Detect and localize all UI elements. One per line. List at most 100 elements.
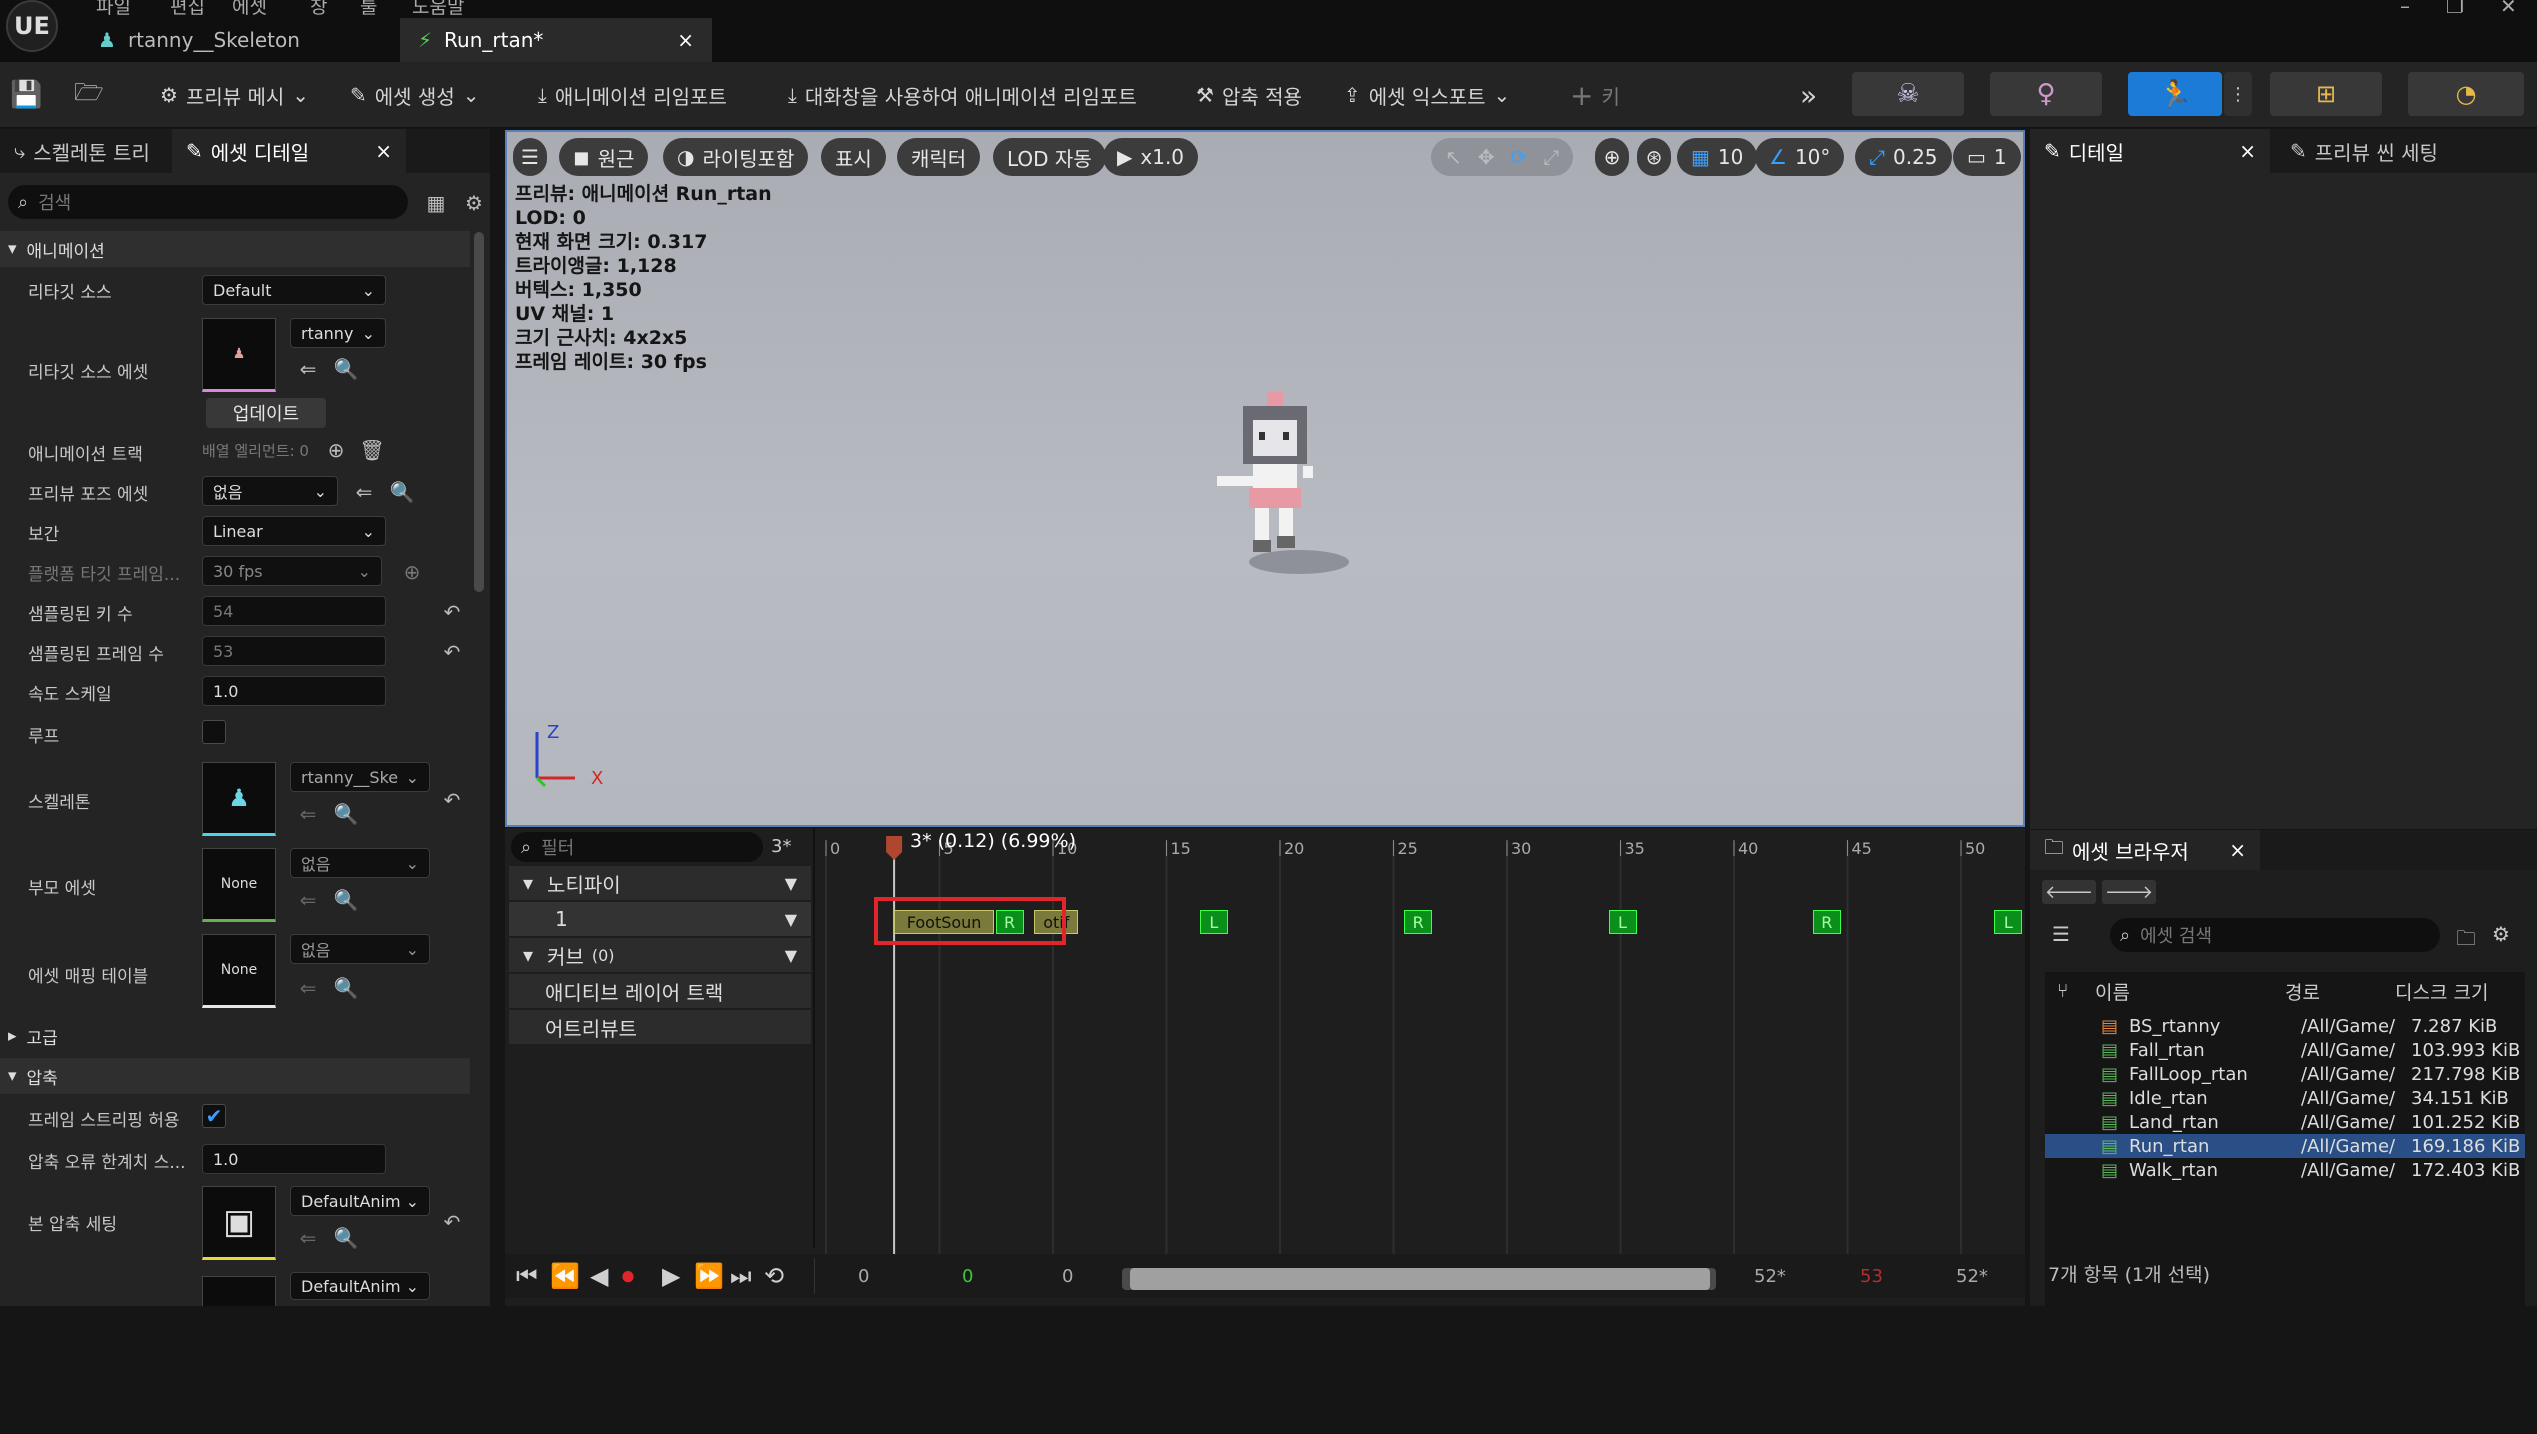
overflow-icon[interactable]: » [1800,74,1817,116]
tab-preview-scene[interactable]: ✎ 프리뷰 씬 세팅 [2276,129,2452,173]
add-element-icon[interactable]: ⊕ [324,438,348,462]
reset-icon[interactable]: ↶ [440,1210,464,1234]
curve-compression-dropdown[interactable]: DefaultAnim ⌄ [290,1272,430,1300]
lod-button[interactable]: LOD 자동 [993,138,1106,176]
asset-mapping-thumbnail[interactable]: None [202,934,276,1008]
reimport-button[interactable]: ⤓ 애니메이션 리임포트 [538,74,727,116]
track-notify-1[interactable]: 1 ▼ [509,902,811,936]
reset-icon[interactable]: ↶ [440,788,464,812]
menu-file[interactable]: 파일 [96,0,131,19]
character-model[interactable] [1187,372,1387,582]
track-notifies[interactable]: ▾ 노티파이 ▼ [509,866,811,900]
skip-to-start-icon[interactable]: ⏮ [516,1262,538,1290]
browse-asset-icon[interactable]: 🔍 [390,480,415,504]
playhead-handle[interactable] [886,836,903,860]
close-panel-icon[interactable]: × [2239,139,2256,163]
view-end-frame[interactable]: 52* [1956,1266,1988,1287]
tab-skeleton[interactable]: ♟ rtanny__Skeleton [80,18,390,62]
select-icon[interactable]: ↖ [1445,145,1462,169]
timeline-scroll-thumb[interactable] [1130,1268,1710,1290]
asset-row[interactable]: ▤ Walk_rtan/All/Game/172.403 KiB [2045,1158,2525,1182]
curve-compression-thumbnail[interactable] [202,1276,276,1306]
play-icon[interactable]: ▶ [662,1262,680,1290]
frame-stripping-checkbox[interactable]: ✔ [202,1104,226,1128]
menu-tools[interactable]: 툴 [360,0,377,19]
track-additive[interactable]: 애디티브 레이어 트랙 [509,974,811,1008]
folder-search-icon[interactable]: 🗀 [2456,924,2476,958]
browse-asset-icon[interactable]: 🔍 [334,1226,359,1250]
reimport-dialog-button[interactable]: ⤓ 대화창을 사용하여 애니메이션 리임포트 [788,74,1137,116]
timeline-ruler[interactable]: 0 5 10 15 20 25 30 35 40 45 50 [814,828,2024,1258]
asset-row[interactable]: ▤ Run_rtan/All/Game/169.186 KiB [2045,1134,2525,1158]
tab-skeleton-tree[interactable]: ⤷ 스켈레톤 트리 [0,129,164,173]
camera-speed-button[interactable]: ▭ 1 [1953,138,2021,176]
notify-marker[interactable]: L [1199,910,1228,934]
skeleton-mode-button[interactable]: ☠ [1852,72,1964,116]
skeleton-thumbnail[interactable]: ♟ [202,762,276,836]
loop-icon[interactable]: ⟲ [764,1262,784,1290]
export-asset-button[interactable]: ⇪ 에셋 익스포트 ⌄ [1344,74,1510,116]
interpolation-dropdown[interactable]: Linear ⌄ [202,516,386,546]
viewport-menu-icon[interactable]: ☰ [513,138,547,176]
close-tab-icon[interactable]: × [677,28,694,52]
parent-asset-dropdown[interactable]: 없음 ⌄ [290,848,430,878]
browse-icon[interactable]: 🗁 [74,74,104,116]
details-search-field[interactable]: ⌕ 검색 [8,185,408,219]
notify-marker[interactable]: R [1404,910,1433,934]
close-panel-icon[interactable]: × [375,139,392,163]
bone-compression-thumbnail[interactable]: ▣ [202,1186,276,1260]
scale-snap-button[interactable]: ⤢ 0.25 [1855,138,1952,176]
close-window-icon[interactable]: ✕ [2500,0,2517,18]
asset-row[interactable]: ▤ Idle_rtan/All/Game/34.151 KiB [2045,1086,2525,1110]
column-disk-size[interactable]: 디스크 크기 [2395,978,2488,1005]
settings-gear-icon[interactable]: ⚙ [2492,922,2510,946]
perspective-button[interactable]: ◼ 원근 [559,138,649,176]
timeline-filter-field[interactable]: ⌕ 필터 [511,832,763,862]
use-selected-icon[interactable]: ⇐ [296,976,320,1000]
skip-to-end-icon[interactable]: ⏭ [730,1262,752,1290]
menu-help[interactable]: 도움말 [412,0,464,19]
asset-search-field[interactable]: ⌕ 에셋 검색 [2110,918,2440,952]
rotate-icon[interactable]: ⟳ [1511,145,1528,169]
add-key-button[interactable]: + 키 [1570,74,1620,116]
notify-marker[interactable]: R [1812,910,1841,934]
notify-marker[interactable]: L [1994,910,2023,934]
browse-asset-icon[interactable]: 🔍 [334,357,359,381]
menu-edit[interactable]: 편집 [170,0,205,19]
minimize-icon[interactable]: – [2400,0,2410,18]
tab-details[interactable]: ✎ 디테일 × [2030,129,2270,173]
update-button[interactable]: 업데이트 [206,398,326,428]
reset-icon[interactable]: ↶ [440,600,464,624]
track-attributes[interactable]: 어트리뷰트 [509,1010,811,1044]
play-reverse-icon[interactable]: ◀ [590,1262,608,1290]
retarget-source-dropdown[interactable]: Default ⌄ [202,275,386,305]
tab-asset-details[interactable]: ✎ 에셋 디테일 × [171,129,406,173]
browse-asset-icon[interactable]: 🔍 [334,802,359,826]
animation-mode-menu-icon[interactable]: ⋮ [2224,72,2252,116]
back-arrow-icon[interactable]: 🡐 [2042,880,2096,904]
asset-row[interactable]: ▤ Fall_rtan/All/Game/103.993 KiB [2045,1038,2525,1062]
save-icon[interactable]: 💾 [10,74,42,116]
retarget-asset-thumbnail[interactable]: ♟ [202,318,276,392]
menu-asset[interactable]: 에셋 [232,0,267,19]
playback-start-frame[interactable]: 0 [1062,1266,1073,1287]
asset-row[interactable]: ▤ BS_rtanny/All/Game/7.287 KiB [2045,1014,2525,1038]
asset-row[interactable]: ▤ Land_rtan/All/Game/101.252 KiB [2045,1110,2525,1134]
skeleton-dropdown[interactable]: rtanny__Ske ⌄ [290,762,430,792]
track-curves[interactable]: ▾ 커브 (0) ▼ [509,938,811,972]
playback-end-frame[interactable]: 52* [1754,1266,1786,1287]
character-button[interactable]: 캐릭터 [897,138,981,176]
section-compression[interactable]: ▾ 압축 [0,1058,470,1094]
rate-scale-field[interactable]: 1.0 [202,676,386,706]
maximize-icon[interactable]: ❐ [2446,0,2464,18]
close-panel-icon[interactable]: × [2229,838,2246,862]
use-selected-icon[interactable]: ⇐ [296,888,320,912]
section-animation[interactable]: ▾ 애니메이션 [0,231,470,267]
error-threshold-field[interactable]: 1.0 [202,1144,386,1174]
settings-gear-icon[interactable]: ⚙ [462,191,486,215]
tab-asset-browser[interactable]: 🗀 에셋 브라우저 × [2030,830,2260,870]
physics-mode-button[interactable]: ◔ [2408,72,2524,116]
preview-pose-dropdown[interactable]: 없음 ⌄ [202,476,338,506]
step-forward-icon[interactable]: ⏩ [694,1262,724,1290]
mesh-mode-button[interactable]: ♀ [1990,72,2102,116]
